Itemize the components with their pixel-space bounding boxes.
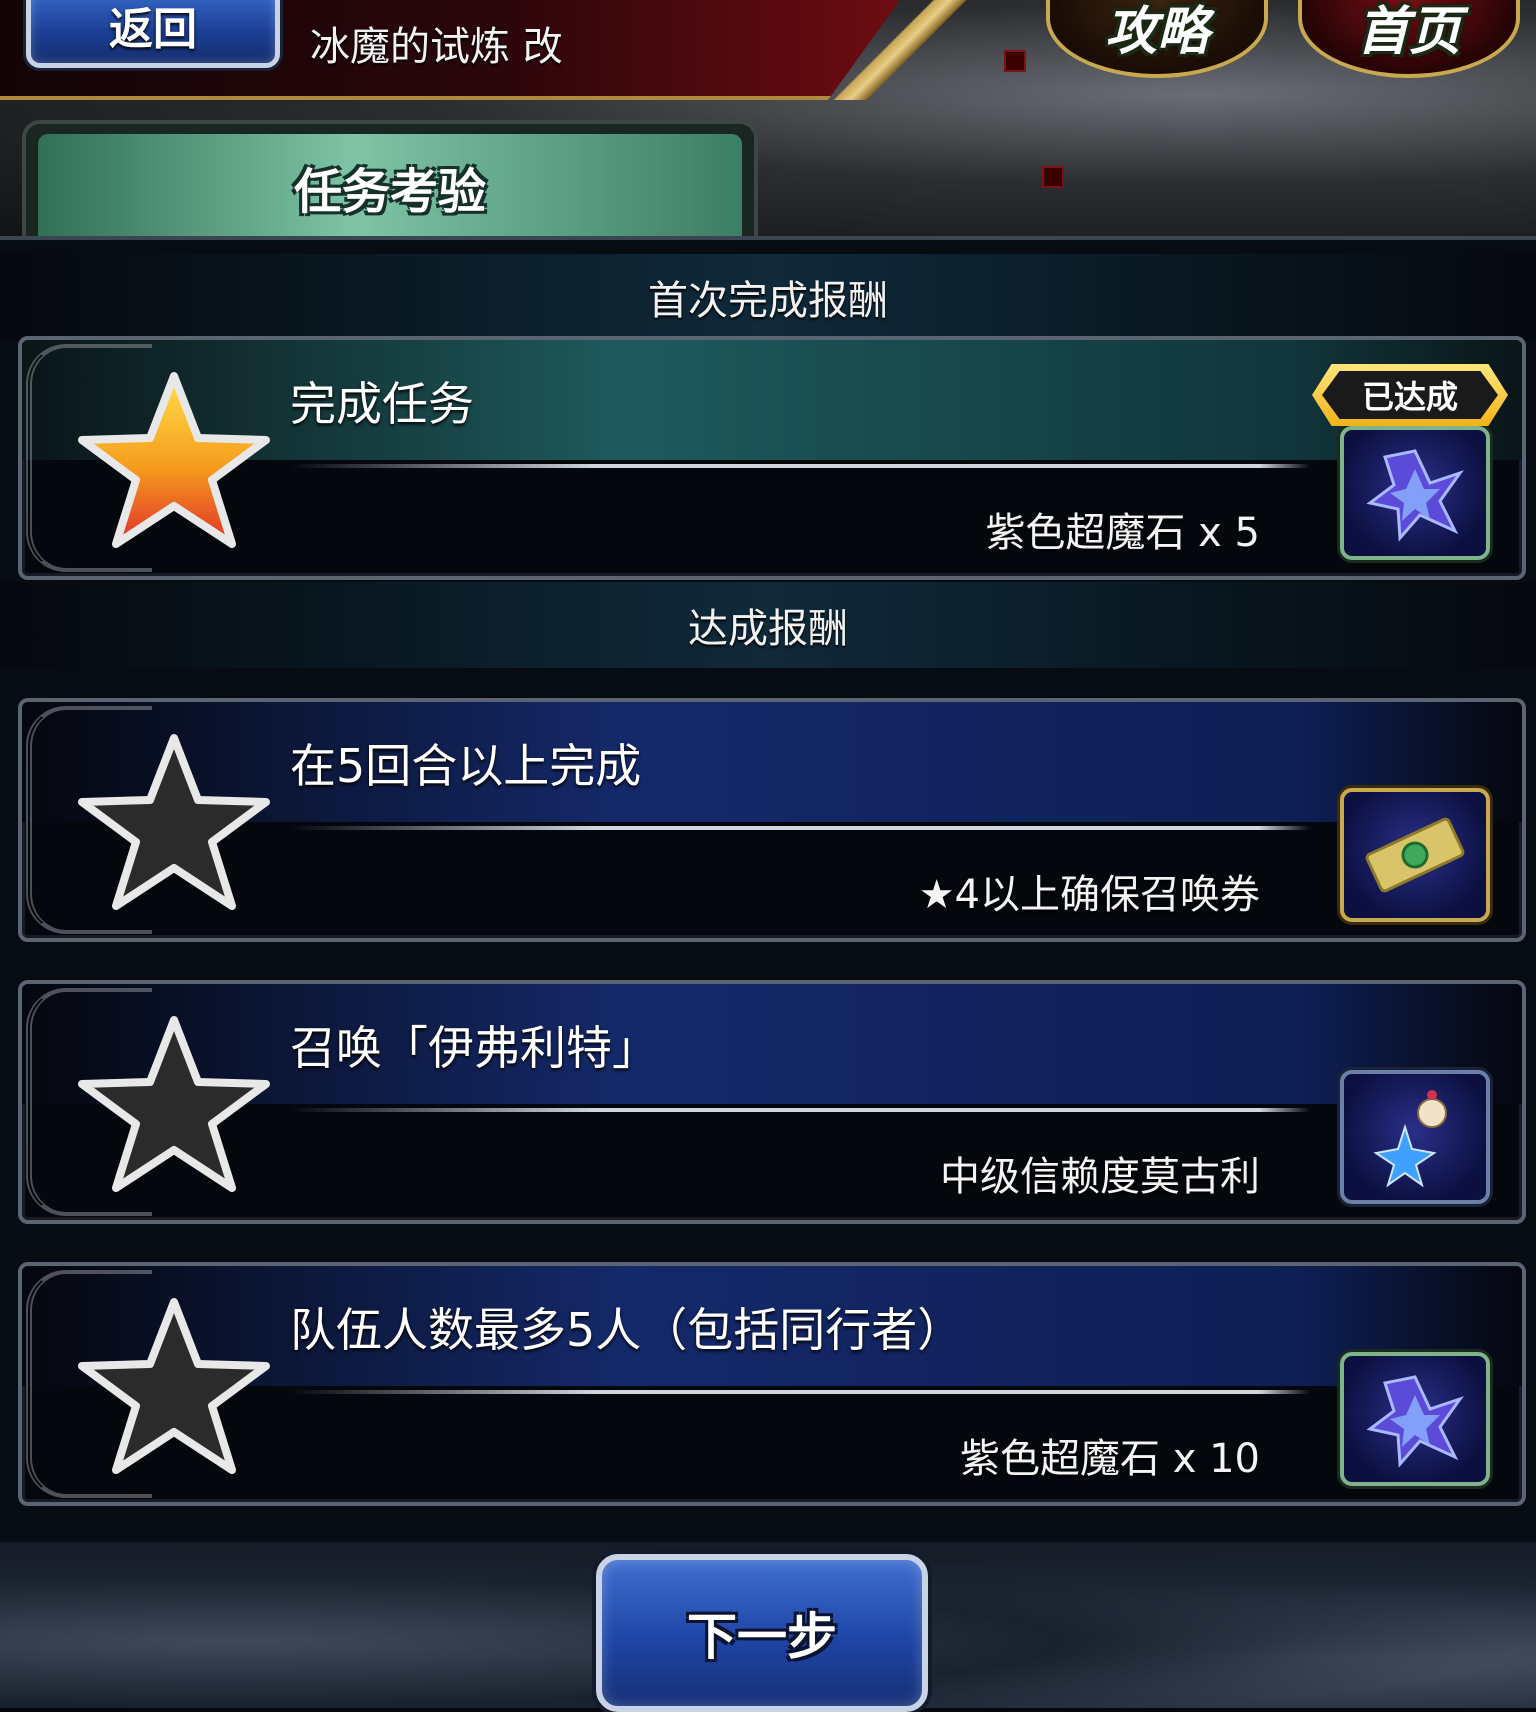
tab-mission[interactable]: 任务考验 bbox=[22, 120, 758, 236]
mission-card: 队伍人数最多5人（包括同行者） 紫色超魔石 x 10 bbox=[18, 1262, 1526, 1506]
home-button[interactable]: 首页 bbox=[1298, 0, 1520, 78]
section-header-first-clear: 首次完成报酬 bbox=[0, 254, 1536, 340]
reward-label: 紫色超魔石 x 10 bbox=[960, 1436, 1260, 1482]
mission-card: 完成任务 紫色超魔石 x 5 已达成 bbox=[18, 336, 1526, 580]
divider bbox=[290, 826, 1310, 830]
locked-star-icon bbox=[74, 732, 274, 912]
reward-label: 紫色超魔石 x 5 bbox=[985, 510, 1260, 556]
mission-panel: 首次完成报酬 完成任务 紫色超魔石 x 5 已达成 达成报酬 在5回合以上完成 … bbox=[0, 236, 1536, 1546]
map-marker bbox=[1042, 166, 1064, 188]
reward-label: 中级信赖度莫古利 bbox=[940, 1154, 1260, 1200]
section-header-achievement: 达成报酬 bbox=[0, 582, 1536, 668]
achieved-star-icon bbox=[74, 370, 274, 550]
trust-moogle-icon[interactable] bbox=[1340, 1070, 1490, 1204]
stage-title: 冰魔的试炼 改 bbox=[310, 24, 563, 70]
reward-label: ★4以上确保召唤券 bbox=[918, 872, 1260, 918]
mission-card: 在5回合以上完成 ★4以上确保召唤券 bbox=[18, 698, 1526, 942]
top-bar: 返回 冰魔的试炼 改 攻略 首页 任务考验 bbox=[0, 0, 1536, 236]
mission-title: 完成任务 bbox=[290, 377, 474, 431]
tab-mission-label: 任务考验 bbox=[38, 134, 742, 236]
divider bbox=[290, 1390, 1310, 1394]
map-marker bbox=[1004, 50, 1026, 72]
guide-button[interactable]: 攻略 bbox=[1046, 0, 1268, 78]
locked-star-icon bbox=[74, 1014, 274, 1194]
divider bbox=[290, 464, 1310, 468]
mission-card: 召唤「伊弗利特」 中级信赖度莫古利 bbox=[18, 980, 1526, 1224]
next-button[interactable]: 下一步 bbox=[596, 1554, 928, 1712]
summon-ticket-icon[interactable] bbox=[1340, 788, 1490, 922]
mission-title: 召唤「伊弗利特」 bbox=[290, 1021, 658, 1075]
locked-star-icon bbox=[74, 1296, 274, 1476]
back-button[interactable]: 返回 bbox=[26, 0, 280, 68]
divider bbox=[290, 1108, 1310, 1112]
purple-magicite-icon[interactable] bbox=[1340, 1352, 1490, 1486]
achieved-badge: 已达成 bbox=[1312, 364, 1508, 426]
mission-title: 在5回合以上完成 bbox=[290, 739, 642, 793]
achieved-badge-label: 已达成 bbox=[1322, 371, 1498, 419]
title-strip-ornament bbox=[820, 0, 970, 100]
purple-magicite-icon[interactable] bbox=[1340, 426, 1490, 560]
mission-title: 队伍人数最多5人（包括同行者） bbox=[290, 1303, 964, 1357]
